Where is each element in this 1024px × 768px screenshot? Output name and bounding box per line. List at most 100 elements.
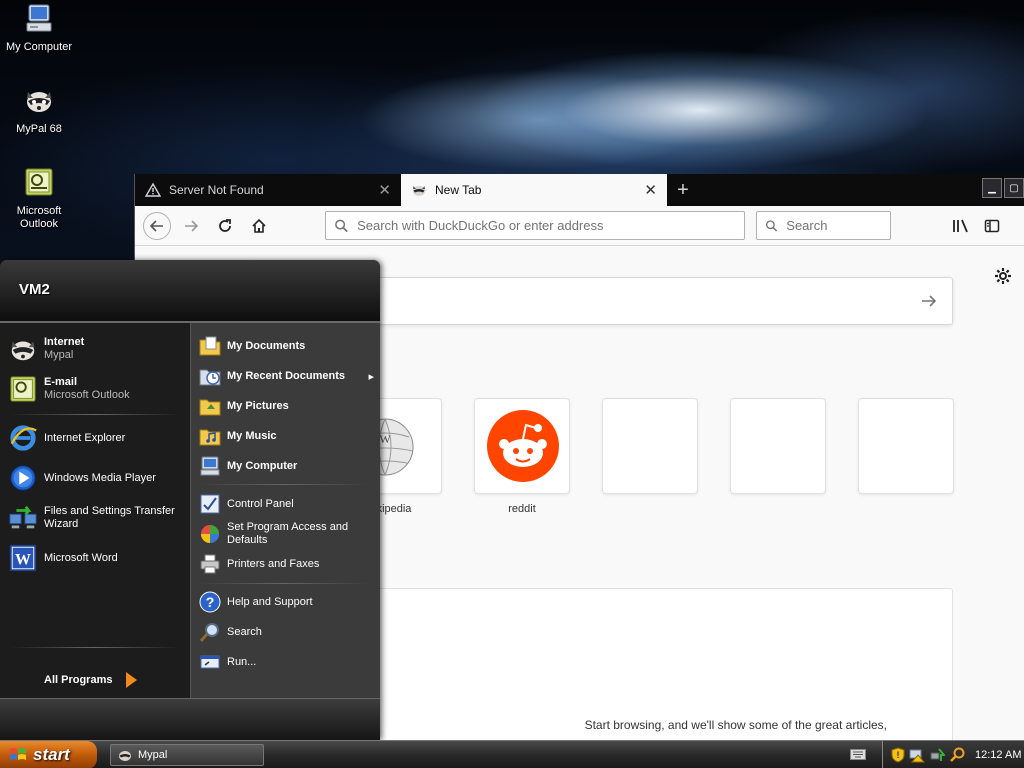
start-item-subtitle: Microsoft Outlook — [44, 389, 130, 401]
top-site-empty[interactable] — [730, 398, 826, 494]
desktop-icon-mypal[interactable]: MyPal 68 — [0, 84, 78, 136]
tab-new-tab[interactable]: New Tab ✕ — [401, 174, 667, 206]
top-site-empty[interactable] — [858, 398, 954, 494]
start-button[interactable]: start — [0, 741, 97, 768]
start-item-microsoft-word[interactable]: W Microsoft Word — [8, 543, 118, 573]
new-tab-button[interactable]: + — [667, 174, 699, 206]
tab-title: Server Not Found — [169, 183, 264, 197]
start-item-my-computer[interactable]: My Computer — [199, 455, 374, 477]
shield-icon[interactable]: ! — [891, 747, 905, 763]
start-label: start — [33, 745, 70, 764]
program-access-icon — [201, 525, 219, 543]
start-item-help-and-support[interactable]: ? Help and Support — [199, 591, 374, 613]
submenu-arrow-icon: ▸ — [368, 370, 374, 383]
raccoon-icon — [119, 751, 131, 761]
home-button[interactable] — [245, 212, 273, 240]
desktop-icon-label: MyPal 68 — [16, 123, 62, 135]
taskbar-button-mypal[interactable]: Mypal — [110, 744, 264, 766]
close-tab-icon[interactable]: ✕ — [644, 183, 657, 198]
start-item-label: Control Panel — [227, 498, 294, 510]
tab-bar: Server Not Found ✕ New Tab ✕ + ▁ ▢ — [135, 174, 1024, 206]
start-item-search[interactable]: Search — [199, 621, 374, 643]
gear-icon — [995, 268, 1011, 284]
desktop-icon-label-line2: Outlook — [20, 218, 58, 230]
start-item-internet[interactable]: Internet Mypal — [8, 334, 84, 364]
start-item-control-panel[interactable]: Control Panel — [199, 493, 374, 515]
start-item-label: Microsoft Word — [44, 551, 118, 564]
start-item-label-line2: Defaults — [227, 534, 268, 546]
tab-server-not-found[interactable]: Server Not Found ✕ — [135, 174, 401, 206]
start-item-label: Internet Explorer — [44, 431, 126, 444]
raccoon-icon — [11, 341, 35, 361]
close-tab-icon[interactable]: ✕ — [378, 183, 391, 198]
start-item-label-line2: Wizard — [44, 518, 79, 530]
magnifier-icon[interactable] — [949, 747, 965, 763]
sidebar-button[interactable] — [978, 212, 1006, 240]
desktop-icon-label-line1: Microsoft — [16, 205, 62, 217]
taskbar-button-label: Mypal — [138, 749, 168, 761]
svg-text:W: W — [379, 432, 391, 446]
search-bar[interactable] — [756, 211, 891, 240]
network-warning-icon[interactable] — [909, 747, 925, 763]
separator — [199, 484, 369, 485]
forward-button[interactable] — [177, 212, 205, 240]
windows-logo-icon — [10, 748, 26, 760]
start-item-my-music[interactable]: My Music — [199, 425, 374, 447]
back-arrow-icon — [149, 219, 163, 232]
outlook-icon — [10, 376, 36, 402]
start-item-my-pictures[interactable]: My Pictures — [199, 395, 374, 417]
search-icon — [199, 623, 219, 642]
all-programs-button[interactable]: All Programs — [44, 671, 138, 689]
back-button[interactable] — [143, 211, 171, 240]
safely-remove-hardware-icon[interactable] — [929, 747, 945, 763]
start-menu: VM2 Internet Mypal E-mail Microsoft Outl… — [0, 260, 380, 740]
start-item-label: My Documents — [227, 340, 306, 352]
start-item-email[interactable]: E-mail Microsoft Outlook — [8, 374, 130, 404]
start-item-printers-and-faxes[interactable]: Printers and Faxes — [199, 553, 374, 575]
separator — [10, 414, 180, 415]
start-item-my-recent-documents[interactable]: My Recent Documents ▸ — [199, 365, 374, 387]
settings-button[interactable] — [994, 267, 1012, 288]
taskbar: start Mypal ! 12:12 AM — [0, 740, 1024, 768]
start-menu-user: VM2 — [0, 260, 380, 323]
start-item-label: Search — [227, 626, 262, 638]
search-icon — [765, 219, 778, 232]
url-input[interactable] — [357, 218, 744, 233]
warning-icon — [145, 182, 161, 197]
svg-text:!: ! — [897, 750, 900, 760]
start-item-label-line1: Files and Settings Transfer — [44, 505, 175, 517]
library-button[interactable] — [947, 212, 975, 240]
help-icon: ? — [199, 591, 221, 613]
start-item-files-transfer-wizard[interactable]: Files and Settings Transfer Wizard — [8, 503, 175, 533]
raccoon-icon — [27, 92, 51, 112]
top-site-reddit[interactable] — [474, 398, 570, 494]
start-item-title: Internet — [44, 336, 85, 348]
top-site-empty[interactable] — [602, 398, 698, 494]
search-input[interactable] — [786, 218, 890, 233]
tab-title: New Tab — [435, 183, 482, 197]
minimize-button[interactable]: ▁ — [982, 178, 1002, 198]
start-item-media-player[interactable]: Windows Media Player — [8, 463, 156, 493]
start-item-internet-explorer[interactable]: Internet Explorer — [8, 423, 125, 453]
word-icon: W — [9, 544, 37, 572]
arrow-right-icon[interactable] — [920, 292, 938, 310]
start-item-label-line1: Set Program Access and — [227, 521, 349, 533]
reload-button[interactable] — [211, 212, 239, 240]
start-item-label: Printers and Faxes — [227, 558, 320, 570]
computer-icon — [200, 456, 220, 476]
start-menu-right-pane: My Documents My Recent Documents ▸ My Pi… — [190, 323, 380, 698]
start-item-label: My Recent Documents — [227, 370, 345, 382]
start-item-set-program-access[interactable]: Set Program Access and Defaults — [199, 521, 374, 547]
desktop-icon-label: My Computer — [5, 41, 73, 53]
start-item-run[interactable]: Run... — [199, 651, 374, 673]
keyboard-icon[interactable] — [850, 747, 866, 761]
desktop-icon-outlook[interactable]: Microsoft Outlook — [0, 166, 78, 231]
clock[interactable]: 12:12 AM — [975, 749, 1021, 761]
separator — [199, 583, 369, 584]
start-item-label: My Pictures — [227, 400, 289, 412]
url-bar[interactable] — [325, 211, 745, 240]
maximize-button[interactable]: ▢ — [1004, 178, 1024, 198]
desktop-icon-my-computer[interactable]: My Computer — [0, 2, 78, 54]
start-item-my-documents[interactable]: My Documents — [199, 335, 374, 357]
reload-icon — [219, 218, 231, 232]
